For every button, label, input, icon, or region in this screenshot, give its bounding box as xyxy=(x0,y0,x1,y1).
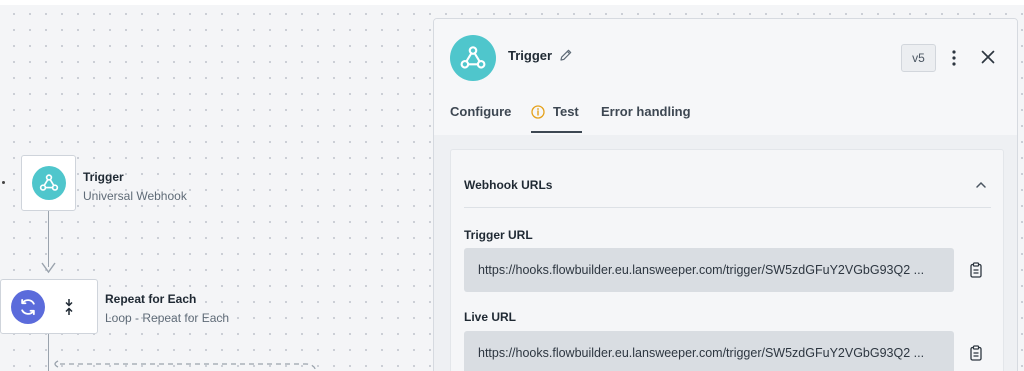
tab-error-handling[interactable]: Error handling xyxy=(601,104,691,119)
trigger-node-title: Trigger xyxy=(83,170,124,184)
trigger-settings-panel: Trigger v5 Configure Test Error handling xyxy=(433,18,1018,371)
divider xyxy=(464,207,991,208)
version-badge[interactable]: v5 xyxy=(901,44,936,72)
live-url-field[interactable]: https://hooks.flowbuilder.eu.lansweeper.… xyxy=(464,331,954,371)
panel-title: Trigger xyxy=(508,48,553,63)
trigger-node[interactable] xyxy=(21,155,76,211)
webhook-icon xyxy=(31,166,66,200)
tab-test-label: Test xyxy=(553,104,579,119)
loop-node-title: Repeat for Each xyxy=(105,292,197,306)
info-icon xyxy=(531,104,545,119)
clipboard-icon[interactable] xyxy=(969,262,983,278)
trigger-url-field[interactable]: https://hooks.flowbuilder.eu.lansweeper.… xyxy=(464,248,954,292)
arrow-down-icon xyxy=(41,262,56,274)
pencil-icon[interactable] xyxy=(559,48,573,62)
trigger-node-subtitle: Universal Webhook xyxy=(83,189,187,203)
webhook-icon xyxy=(450,35,496,81)
close-icon[interactable] xyxy=(981,50,995,64)
loop-node[interactable] xyxy=(0,279,98,334)
tab-test[interactable]: Test xyxy=(531,104,579,119)
section-title: Webhook URLs xyxy=(464,178,553,192)
tab-configure[interactable]: Configure xyxy=(450,104,511,119)
connector-dot xyxy=(2,181,5,184)
trigger-url-label: Trigger URL xyxy=(464,228,533,242)
clipboard-icon[interactable] xyxy=(969,345,983,361)
connector-line xyxy=(48,334,49,371)
live-url-value: https://hooks.flowbuilder.eu.lansweeper.… xyxy=(478,346,925,360)
trigger-url-value: https://hooks.flowbuilder.eu.lansweeper.… xyxy=(478,263,925,277)
merge-arrows-icon[interactable] xyxy=(63,298,75,316)
webhook-urls-section: Webhook URLs Trigger URL https://hooks.f… xyxy=(450,149,1004,371)
more-vertical-icon[interactable] xyxy=(947,49,961,67)
panel-body: Webhook URLs Trigger URL https://hooks.f… xyxy=(434,135,1017,371)
live-url-label: Live URL xyxy=(464,310,517,324)
active-tab-indicator xyxy=(531,131,582,133)
chevron-up-icon[interactable] xyxy=(975,180,987,190)
connector-line xyxy=(48,211,49,267)
loop-node-subtitle: Loop - Repeat for Each xyxy=(105,311,230,325)
refresh-icon xyxy=(11,289,45,324)
panel-header: Trigger v5 Configure Test Error handling xyxy=(434,19,1017,135)
